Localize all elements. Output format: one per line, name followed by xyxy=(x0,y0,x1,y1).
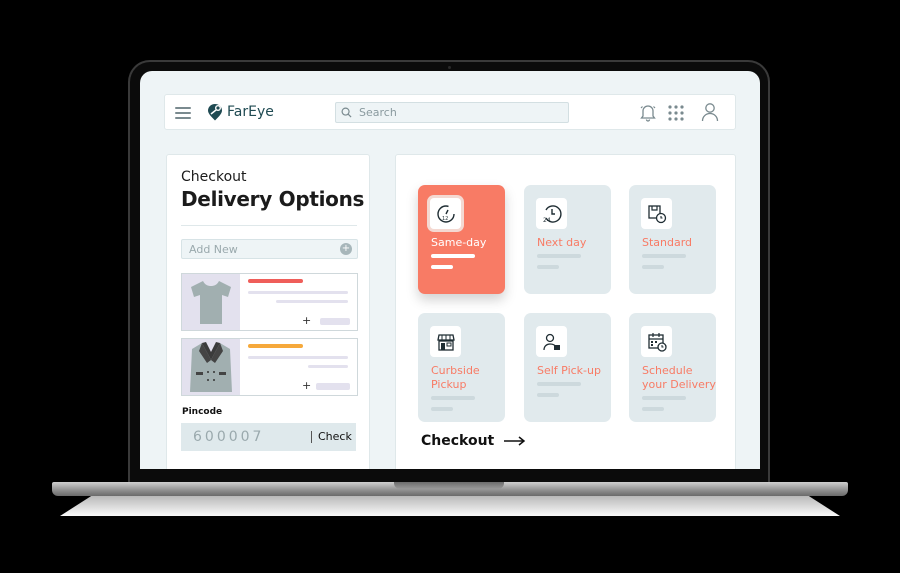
option-label: Next day xyxy=(537,236,587,249)
laptop-notch xyxy=(394,482,504,489)
svg-text:12: 12 xyxy=(442,216,448,222)
brand-name: FarEye xyxy=(227,104,274,120)
add-new-placeholder: Add New xyxy=(189,243,238,256)
fareye-logo-icon xyxy=(208,104,222,121)
bell-icon[interactable] xyxy=(639,102,657,122)
option-label: Schedule your Delivery xyxy=(642,364,716,392)
svg-text:24: 24 xyxy=(543,217,551,224)
option-standard[interactable]: Standard xyxy=(629,185,716,294)
option-curbside-pickup[interactable]: Curbside Pickup xyxy=(418,313,505,422)
check-button[interactable]: Check xyxy=(318,430,352,443)
pincode-label: Pincode xyxy=(182,407,223,417)
option-label-line: Schedule xyxy=(642,364,693,377)
option-label-line: Curbside xyxy=(431,364,480,377)
search-bar[interactable] xyxy=(335,102,569,123)
product-title-bar xyxy=(248,279,303,283)
tshirt-image xyxy=(182,274,240,330)
option-label: Curbside Pickup xyxy=(431,364,480,392)
option-label-line: Pickup xyxy=(431,378,467,391)
option-label: Same-day xyxy=(431,236,487,249)
laptop-screen: FarEye Checkout Delivery Options Add New… xyxy=(140,71,760,469)
placeholder-line xyxy=(537,265,559,269)
laptop-shadow xyxy=(60,496,840,516)
placeholder-line xyxy=(431,396,475,400)
24-hour-clock-icon: 24 xyxy=(536,198,567,229)
checkout-label: Checkout xyxy=(421,433,495,449)
increase-quantity-button[interactable]: + xyxy=(302,314,311,327)
placeholder-line xyxy=(642,396,686,400)
placeholder-line xyxy=(431,407,453,411)
placeholder-line xyxy=(537,393,559,397)
option-self-pick-up[interactable]: Self Pick-up xyxy=(524,313,611,422)
placeholder-line xyxy=(642,407,664,411)
quantity-field[interactable] xyxy=(316,383,350,390)
panel-subtitle: Checkout xyxy=(181,169,247,185)
pincode-input[interactable] xyxy=(191,428,305,446)
option-label-line: your Delivery xyxy=(642,378,716,391)
placeholder-line xyxy=(431,254,475,258)
add-icon[interactable]: + xyxy=(340,243,352,255)
placeholder-line xyxy=(537,382,581,386)
camera xyxy=(448,66,451,69)
option-next-day[interactable]: 24 Next day xyxy=(524,185,611,294)
package-clock-icon xyxy=(641,198,672,229)
pincode-field: Check xyxy=(181,423,356,451)
delivery-options-panel: 12 Same-day 24 Next day Standard Curbsid… xyxy=(395,154,736,469)
grid-icon[interactable] xyxy=(667,104,685,122)
speedometer-icon: 12 xyxy=(430,198,461,229)
brand-logo[interactable]: FarEye xyxy=(205,102,274,122)
divider xyxy=(181,225,357,226)
product-item[interactable]: + xyxy=(181,338,358,396)
option-label: Standard xyxy=(642,236,693,249)
product-desc-bar xyxy=(276,300,348,303)
quantity-field[interactable] xyxy=(320,318,350,325)
hamburger-menu-icon[interactable] xyxy=(175,107,191,122)
placeholder-line xyxy=(642,265,664,269)
option-label: Self Pick-up xyxy=(537,364,601,377)
placeholder-line xyxy=(537,254,581,258)
placeholder-line xyxy=(431,265,453,269)
cart-panel: Checkout Delivery Options Add New + + + … xyxy=(166,154,370,469)
calendar-clock-icon xyxy=(641,326,672,357)
option-schedule-delivery[interactable]: Schedule your Delivery xyxy=(629,313,716,422)
product-desc-bar xyxy=(248,356,348,359)
storefront-icon xyxy=(430,326,461,357)
product-item[interactable]: + xyxy=(181,273,358,331)
search-input[interactable] xyxy=(357,105,561,120)
arrow-right-icon xyxy=(504,436,526,446)
product-title-bar xyxy=(248,344,303,348)
product-desc-bar xyxy=(308,365,348,368)
person-package-icon xyxy=(536,326,567,357)
option-same-day[interactable]: 12 Same-day xyxy=(418,185,505,294)
add-new-field[interactable]: Add New + xyxy=(181,239,358,259)
separator xyxy=(311,431,312,443)
product-desc-bar xyxy=(248,291,348,294)
top-navigation-bar: FarEye xyxy=(164,94,736,130)
increase-quantity-button[interactable]: + xyxy=(302,379,311,392)
checkout-button[interactable]: Checkout xyxy=(421,433,526,449)
user-icon[interactable] xyxy=(701,102,719,122)
blazer-image xyxy=(182,339,240,395)
placeholder-line xyxy=(642,254,686,258)
panel-title: Delivery Options xyxy=(181,187,365,211)
search-icon xyxy=(341,107,352,118)
